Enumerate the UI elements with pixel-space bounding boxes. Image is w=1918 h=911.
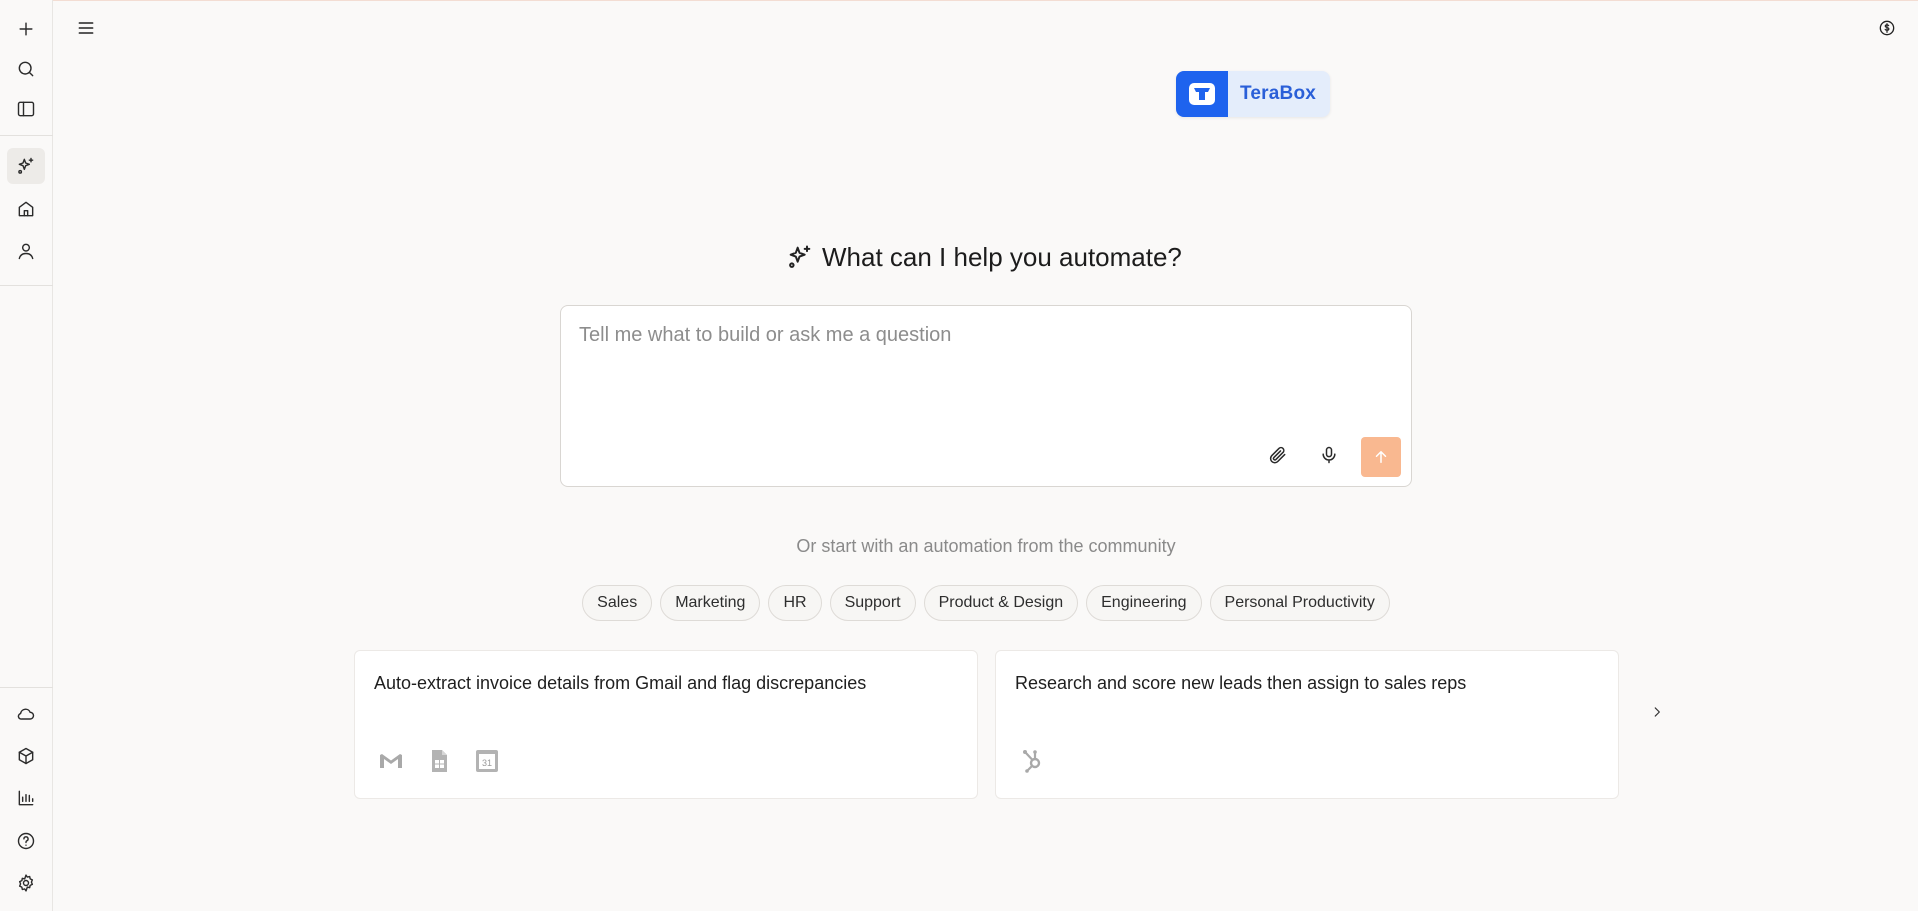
prompt-box	[560, 305, 1412, 487]
gear-icon	[18, 874, 34, 892]
carousel-next-button[interactable]	[1644, 697, 1670, 727]
category-chip[interactable]: Support	[829, 585, 916, 621]
sidebar-item-settings[interactable]	[7, 865, 45, 901]
help-icon	[17, 832, 35, 850]
sidebar-panel-icon	[17, 101, 35, 117]
category-chip[interactable]: Sales	[582, 585, 653, 621]
sparkle-icon	[18, 157, 34, 174]
card-title: Auto-extract invoice details from Gmail …	[374, 673, 867, 693]
card-app-icons: 31	[377, 747, 501, 775]
voice-input-button[interactable]	[1311, 437, 1347, 473]
send-button[interactable]	[1361, 437, 1401, 477]
sidebar-item-analytics[interactable]	[7, 780, 45, 816]
sidebar-item-cloud[interactable]	[7, 696, 45, 732]
terabox-label: TeraBox	[1240, 83, 1317, 104]
plus-icon	[19, 22, 33, 36]
search-button[interactable]	[7, 51, 45, 87]
prompt-input[interactable]	[579, 324, 1379, 424]
google-calendar-icon: 31	[476, 750, 498, 772]
headline-text: What can I help you automate?	[822, 241, 1182, 272]
sidebar-item-home[interactable]	[7, 191, 45, 227]
chevron-right-icon	[1654, 707, 1660, 717]
category-chip[interactable]: HR	[768, 585, 822, 621]
svg-text:31: 31	[482, 758, 492, 768]
hubspot-icon	[1023, 750, 1041, 773]
bar-chart-icon	[18, 790, 34, 806]
page-title: What can I help you automate?	[786, 240, 1182, 274]
paperclip-icon	[1269, 446, 1286, 464]
card-app-icons	[1018, 747, 1046, 775]
menu-button[interactable]	[72, 14, 100, 42]
sidebar-item-profile[interactable]	[7, 233, 45, 269]
user-icon	[18, 243, 34, 260]
microphone-icon	[1322, 446, 1336, 464]
sidebar-divider	[0, 687, 53, 688]
sidebar	[0, 0, 53, 911]
dollar-circle-icon	[1879, 20, 1895, 36]
sidebar-item-packages[interactable]	[7, 738, 45, 774]
category-chip[interactable]: Product & Design	[923, 585, 1079, 621]
new-button[interactable]	[7, 11, 45, 47]
automation-card[interactable]: Research and score new leads then assign…	[995, 650, 1619, 799]
terabox-logo	[1176, 71, 1228, 117]
automation-card[interactable]: Auto-extract invoice details from Gmail …	[354, 650, 978, 799]
search-icon	[18, 61, 34, 77]
terabox-promo-button[interactable]: TeraBox	[1176, 71, 1330, 117]
home-icon	[18, 201, 34, 217]
category-chip[interactable]: Personal Productivity	[1209, 585, 1390, 621]
attach-button[interactable]	[1260, 437, 1296, 473]
hamburger-icon	[78, 22, 94, 34]
gmail-icon	[380, 754, 402, 768]
sparkle-icon	[789, 245, 811, 268]
credits-button[interactable]	[1876, 17, 1898, 39]
community-prompt: Or start with an automation from the com…	[796, 536, 1176, 556]
sidebar-divider	[0, 135, 53, 136]
category-chip[interactable]: Marketing	[660, 585, 761, 621]
cloud-icon	[17, 708, 35, 720]
top-accent-line	[0, 0, 1918, 1]
toggle-panel-button[interactable]	[7, 91, 45, 127]
sidebar-item-help[interactable]	[7, 823, 45, 859]
category-chips: Sales Marketing HR Support Product & Des…	[0, 585, 1918, 621]
category-chip[interactable]: Engineering	[1086, 585, 1202, 621]
google-sheets-icon	[432, 750, 447, 772]
package-icon	[18, 747, 34, 765]
sidebar-divider	[0, 285, 53, 286]
card-title: Research and score new leads then assign…	[1015, 673, 1467, 693]
sidebar-item-automate[interactable]	[7, 148, 45, 184]
arrow-up-icon	[1375, 451, 1387, 463]
